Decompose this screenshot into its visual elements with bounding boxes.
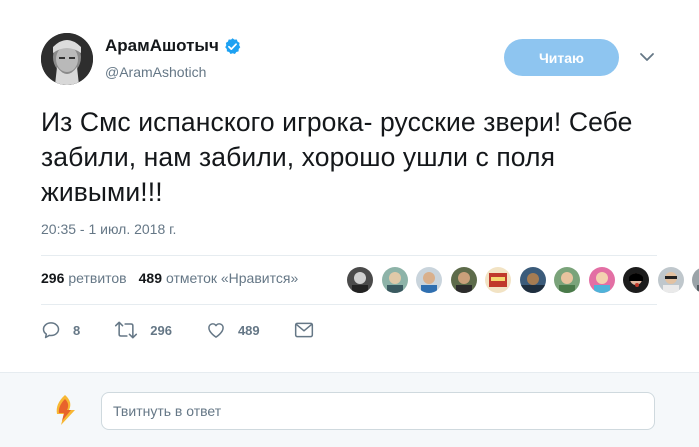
tweet-timestamp[interactable]: 20:35 - 1 июл. 2018 г. bbox=[41, 221, 176, 237]
retweets-count: 296 bbox=[41, 270, 65, 286]
reply-count: 8 bbox=[73, 322, 81, 338]
liker-avatar[interactable] bbox=[449, 266, 478, 294]
likes-count: 489 bbox=[138, 270, 162, 286]
tweet-card: АрамАшотыч @AramAshotich Читаю Из Смс ис… bbox=[0, 0, 699, 372]
likes-stat[interactable]: 489 отметок «Нравится» bbox=[139, 270, 299, 286]
heart-icon bbox=[208, 323, 224, 338]
tweet-text: Из Смс испанского игрока- русские звери!… bbox=[41, 107, 633, 207]
reply-action[interactable]: 8 bbox=[41, 320, 80, 340]
reply-icon bbox=[42, 322, 60, 339]
retweet-icon bbox=[115, 321, 138, 339]
liker-avatar[interactable] bbox=[587, 266, 616, 294]
liker-avatar[interactable] bbox=[622, 266, 650, 294]
liker-avatar[interactable] bbox=[656, 266, 685, 294]
verified-badge-icon bbox=[223, 37, 242, 56]
following-button[interactable]: Читаю bbox=[504, 39, 619, 76]
envelope-icon bbox=[294, 322, 313, 338]
current-user-avatar[interactable] bbox=[49, 394, 81, 426]
liker-avatar[interactable] bbox=[691, 266, 699, 294]
liker-avatar[interactable] bbox=[518, 266, 547, 294]
liker-avatar[interactable] bbox=[553, 266, 581, 294]
reply-input[interactable]: Твитнуть в ответ bbox=[101, 392, 655, 430]
like-action[interactable]: 489 bbox=[206, 320, 260, 340]
author-name-row: АрамАшотыч bbox=[105, 36, 242, 56]
direct-message-action[interactable] bbox=[294, 321, 314, 339]
liker-avatar[interactable] bbox=[484, 266, 512, 294]
author-handle[interactable]: @AramAshotich bbox=[105, 64, 206, 80]
retweet-action[interactable]: 296 bbox=[114, 320, 172, 340]
retweet-count: 296 bbox=[150, 322, 172, 338]
liker-avatar[interactable] bbox=[380, 266, 409, 294]
likers-avatars bbox=[346, 266, 699, 294]
divider bbox=[41, 255, 657, 256]
liker-avatar[interactable] bbox=[415, 266, 443, 294]
tweet-actions: 8 296 489 bbox=[41, 320, 348, 340]
retweets-stat[interactable]: 296 ретвитов bbox=[41, 270, 127, 286]
author-display-name[interactable]: АрамАшотыч bbox=[105, 36, 219, 56]
author-avatar[interactable] bbox=[41, 33, 93, 85]
retweets-label: ретвитов bbox=[68, 270, 127, 286]
likes-label: отметок «Нравится» bbox=[165, 270, 299, 286]
liker-avatar[interactable] bbox=[346, 266, 374, 294]
divider bbox=[41, 304, 657, 305]
chevron-down-icon[interactable] bbox=[638, 50, 656, 64]
like-count: 489 bbox=[237, 322, 260, 338]
tweet-stats: 296 ретвитов 489 отметок «Нравится» bbox=[41, 270, 310, 286]
